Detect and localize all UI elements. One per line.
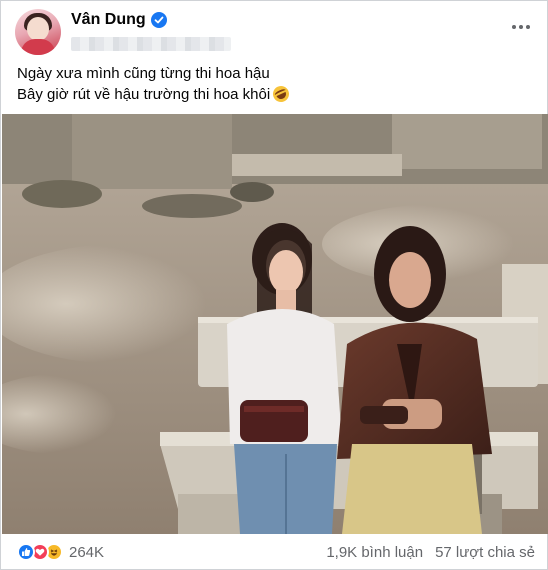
post-meta-blurred [71,37,231,51]
author-name[interactable]: Vân Dung [71,11,146,29]
post-footer: 264K 1,9K bình luận 57 lượt chia sẻ [17,539,535,565]
reactions-count: 264K [69,543,105,561]
caption-line-2: Bây giờ rút về hậu trường thi hoa khôi [17,83,531,105]
shares-count-link[interactable]: 57 lượt chia sẻ [435,544,535,561]
reaction-summary[interactable]: 264K [17,543,104,561]
more-options-button[interactable] [507,13,535,41]
facebook-post: Vân Dung Ngày xưa mình cũng từng thi hoa… [0,0,548,570]
author-name-row: Vân Dung [71,11,167,29]
caption-line-1: Ngày xưa mình cũng từng thi hoa hậu [17,65,270,82]
dot-icon [519,25,523,29]
rolling-laughing-emoji-icon [270,83,292,105]
author-avatar[interactable] [15,9,61,55]
avatar-face [27,17,49,41]
verified-badge-icon [150,12,167,28]
like-icon [17,543,35,561]
post-photo[interactable] [2,114,548,534]
dot-icon [526,25,530,29]
comments-count-link[interactable]: 1,9K bình luận [326,544,423,561]
post-caption: Ngày xưa mình cũng từng thi hoa hậu Bây … [17,63,531,105]
post-header: Vân Dung [15,9,537,55]
dot-icon [512,25,516,29]
engagement-stats: 1,9K bình luận 57 lượt chia sẻ [326,544,535,561]
vintage-photo-illustration [2,114,548,534]
caption-line-2-text: Bây giờ rút về hậu trường thi hoa khôi [17,86,271,103]
avatar-dress [21,39,55,55]
